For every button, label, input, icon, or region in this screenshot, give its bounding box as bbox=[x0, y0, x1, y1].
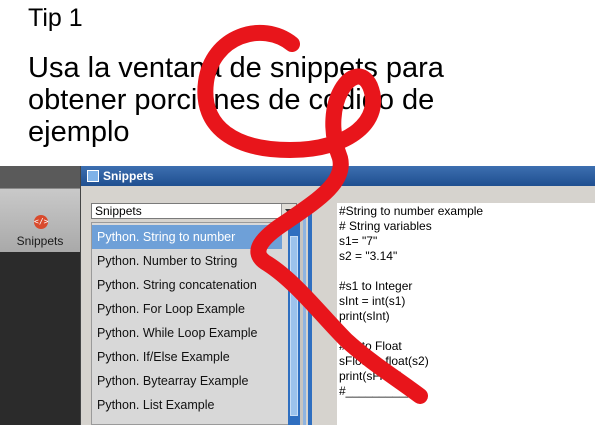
code-line: #s2 to Float bbox=[339, 339, 402, 353]
list-item[interactable]: Python. While Loop Example bbox=[92, 321, 282, 345]
code-line: # String variables bbox=[339, 219, 432, 233]
heading-line-2: obtener porciones de codigo de bbox=[28, 84, 435, 116]
snippet-code-preview[interactable]: #String to number example # String varia… bbox=[337, 203, 595, 425]
code-line: s1= "7" bbox=[339, 234, 378, 248]
chevron-down-icon[interactable] bbox=[281, 204, 296, 218]
code-line: #___________ bbox=[339, 384, 420, 398]
code-line: #s1 to Integer bbox=[339, 279, 413, 293]
code-icon: </> bbox=[34, 215, 48, 229]
snippets-list: Python. String to number Python. Number … bbox=[91, 222, 297, 425]
pane-splitter-highlight bbox=[303, 202, 306, 425]
scrollbar-thumb[interactable] bbox=[290, 236, 298, 416]
code-line: print(sInt) bbox=[339, 309, 390, 323]
window-titlebar[interactable]: Snippets bbox=[81, 166, 595, 186]
heading-line-3: ejemplo bbox=[28, 116, 130, 148]
window-icon bbox=[87, 170, 99, 182]
list-item[interactable]: Python. List Example bbox=[92, 393, 282, 417]
sidebar-top-bar bbox=[0, 166, 80, 188]
snippets-sidebar-button[interactable]: </> Snippets bbox=[0, 188, 80, 252]
pane-splitter-edge bbox=[308, 202, 312, 425]
code-line: print(sFloat) bbox=[339, 369, 404, 383]
code-line: #String to number example bbox=[339, 204, 484, 218]
tip-title: Tip 1 bbox=[28, 4, 83, 32]
code-line: s2 = "3.14" bbox=[339, 249, 398, 263]
snippets-sidebar-label: Snippets bbox=[16, 234, 64, 248]
code-line: sInt = int(s1) bbox=[339, 294, 406, 308]
window-title: Snippets bbox=[103, 169, 154, 183]
ide-screenshot: </> Snippets Snippets Snippets Python. S… bbox=[0, 166, 595, 425]
snippets-category-select[interactable]: Snippets bbox=[91, 203, 297, 219]
list-item[interactable]: Python. Number to String bbox=[92, 249, 282, 273]
select-value: Snippets bbox=[95, 204, 142, 218]
list-scrollbar[interactable] bbox=[288, 222, 300, 425]
sidebar-panel bbox=[0, 252, 80, 425]
list-item[interactable]: Python. For Loop Example bbox=[92, 297, 282, 321]
snippets-window: Snippets Snippets Python. String to numb… bbox=[80, 166, 595, 425]
list-item[interactable]: Python. String concatenation bbox=[92, 273, 282, 297]
code-line: sFloat = float(s2) bbox=[339, 354, 429, 368]
list-item[interactable]: Python. String to number bbox=[92, 225, 282, 249]
slide-heading: Usa la ventana de snippets para obtener … bbox=[28, 52, 548, 148]
list-item[interactable]: Python. If/Else Example bbox=[92, 345, 282, 369]
list-item[interactable]: Python. Bytearray Example bbox=[92, 369, 282, 393]
heading-line-1: Usa la ventana de snippets para bbox=[28, 52, 444, 84]
